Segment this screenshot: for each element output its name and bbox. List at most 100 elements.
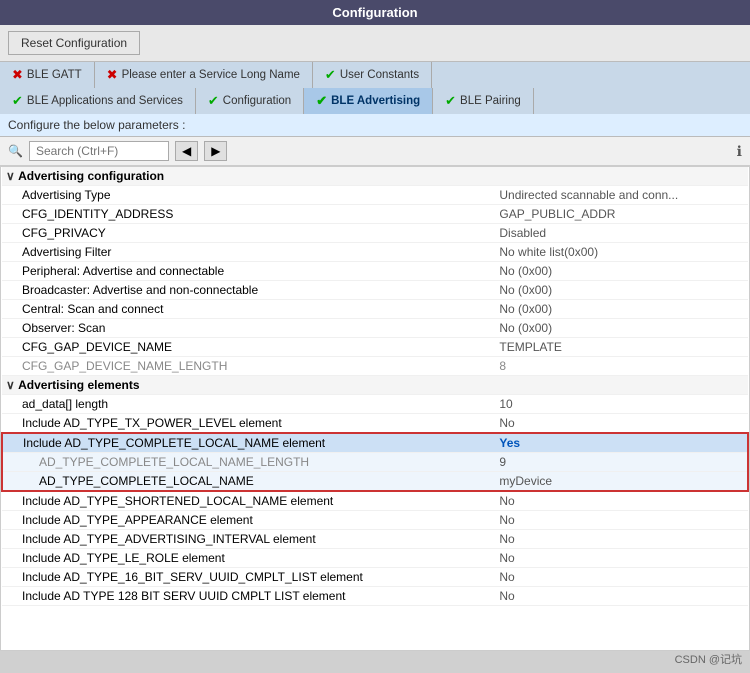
ble-apps-label: BLE Applications and Services — [27, 95, 183, 107]
param-value: No — [495, 530, 748, 549]
param-name: Include AD_TYPE_COMPLETE_LOCAL_NAME elem… — [2, 433, 495, 453]
param-value: myDevice — [495, 472, 748, 492]
param-value: GAP_PUBLIC_ADDR — [495, 205, 748, 224]
ble-gatt-icon: ✖ — [12, 67, 23, 83]
watermark-label: CSDN @记坑 — [675, 654, 742, 666]
ble-gatt-label: BLE GATT — [27, 69, 82, 81]
toggle-icon: ∨ — [6, 169, 18, 183]
tab-user-constants[interactable]: ✔ User Constants — [313, 62, 432, 88]
service-name-icon: ✖ — [107, 67, 118, 83]
tab-ble-pairing[interactable]: ✔ BLE Pairing — [433, 88, 534, 114]
param-value: No — [495, 511, 748, 530]
user-constants-label: User Constants — [340, 69, 419, 81]
param-name: Include AD_TYPE_APPEARANCE element — [2, 511, 495, 530]
toggle-icon: ∨ — [6, 378, 18, 392]
param-name: Observer: Scan — [2, 319, 495, 338]
param-value: No — [495, 549, 748, 568]
param-name: AD_TYPE_COMPLETE_LOCAL_NAME — [2, 472, 495, 492]
param-value: TEMPLATE — [495, 338, 748, 357]
param-name: Include AD_TYPE_16_BIT_SERV_UUID_CMPLT_L… — [2, 568, 495, 587]
tab-service-name[interactable]: ✖ Please enter a Service Long Name — [95, 62, 313, 88]
section-advertising-elements[interactable]: ∨ Advertising elements — [2, 376, 748, 395]
param-value: Disabled — [495, 224, 748, 243]
configure-bar: Configure the below parameters : — [0, 114, 750, 137]
table-row[interactable]: Advertising TypeUndirected scannable and… — [2, 186, 748, 205]
prev-button[interactable]: ◀ — [175, 141, 198, 161]
table-row[interactable]: AD_TYPE_COMPLETE_LOCAL_NAME_LENGTH9 — [2, 453, 748, 472]
param-name: Include AD_TYPE_TX_POWER_LEVEL element — [2, 414, 495, 434]
table-row[interactable]: Broadcaster: Advertise and non-connectab… — [2, 281, 748, 300]
ble-apps-icon: ✔ — [12, 93, 23, 109]
param-value: Undirected scannable and conn... — [495, 186, 748, 205]
configuration-icon: ✔ — [208, 93, 219, 109]
table-row[interactable]: CFG_GAP_DEVICE_NAMETEMPLATE — [2, 338, 748, 357]
table-row[interactable]: Include AD_TYPE_LE_ROLE elementNo — [2, 549, 748, 568]
search-bar: 🔍 ◀ ▶ ℹ — [0, 137, 750, 166]
table-row[interactable]: CFG_IDENTITY_ADDRESSGAP_PUBLIC_ADDR — [2, 205, 748, 224]
table-row[interactable]: Peripheral: Advertise and connectableNo … — [2, 262, 748, 281]
info-icon: ℹ — [737, 143, 742, 160]
param-name: Include AD_TYPE_SHORTENED_LOCAL_NAME ele… — [2, 491, 495, 511]
param-name: CFG_IDENTITY_ADDRESS — [2, 205, 495, 224]
param-name: Advertising Filter — [2, 243, 495, 262]
title-bar: Configuration — [0, 0, 750, 25]
param-name: CFG_GAP_DEVICE_NAME_LENGTH — [2, 357, 495, 376]
param-value: 10 — [495, 395, 748, 414]
table-row[interactable]: Include AD TYPE 128 BIT SERV UUID CMPLT … — [2, 587, 748, 606]
table-row[interactable]: Observer: ScanNo (0x00) — [2, 319, 748, 338]
tab-ble-apps[interactable]: ✔ BLE Applications and Services — [0, 88, 196, 114]
user-constants-icon: ✔ — [325, 67, 336, 83]
tab-ble-advertising[interactable]: ✔ BLE Advertising — [304, 88, 433, 114]
title-label: Configuration — [332, 5, 417, 20]
section-advertising-config[interactable]: ∨ Advertising configuration — [2, 167, 748, 186]
watermark: CSDN @记坑 — [675, 651, 742, 667]
tabs-row1: ✖ BLE GATT ✖ Please enter a Service Long Na… — [0, 62, 750, 88]
next-button[interactable]: ▶ — [204, 141, 227, 161]
table-row[interactable]: Advertising FilterNo white list(0x00) — [2, 243, 748, 262]
table-row[interactable]: CFG_PRIVACYDisabled — [2, 224, 748, 243]
table-row[interactable]: Include AD_TYPE_APPEARANCE elementNo — [2, 511, 748, 530]
reset-config-button[interactable]: Reset Configuration — [8, 31, 140, 55]
ble-advertising-icon: ✔ — [316, 93, 327, 109]
service-name-label: Please enter a Service Long Name — [122, 69, 300, 81]
configure-label: Configure the below parameters : — [8, 118, 185, 132]
table-row[interactable]: Include AD_TYPE_16_BIT_SERV_UUID_CMPLT_L… — [2, 568, 748, 587]
search-input[interactable] — [29, 141, 169, 161]
param-value: No — [495, 568, 748, 587]
table-row[interactable]: Central: Scan and connectNo (0x00) — [2, 300, 748, 319]
param-value: No white list(0x00) — [495, 243, 748, 262]
param-name: CFG_GAP_DEVICE_NAME — [2, 338, 495, 357]
param-name: Include AD_TYPE_ADVERTISING_INTERVAL ele… — [2, 530, 495, 549]
param-name: Peripheral: Advertise and connectable — [2, 262, 495, 281]
param-name: Include AD TYPE 128 BIT SERV UUID CMPLT … — [2, 587, 495, 606]
param-value: No — [495, 491, 748, 511]
param-name: Advertising Type — [2, 186, 495, 205]
param-name: CFG_PRIVACY — [2, 224, 495, 243]
configuration-label: Configuration — [223, 95, 291, 107]
param-value: 8 — [495, 357, 748, 376]
table-row[interactable]: ad_data[] length10 — [2, 395, 748, 414]
table-row[interactable]: AD_TYPE_COMPLETE_LOCAL_NAMEmyDevice — [2, 472, 748, 492]
param-name: Include AD_TYPE_LE_ROLE element — [2, 549, 495, 568]
ble-advertising-label: BLE Advertising — [331, 95, 420, 107]
param-value: No — [495, 414, 748, 434]
content-area: ∨ Advertising configurationAdvertising T… — [0, 166, 750, 651]
toolbar: Reset Configuration — [0, 25, 750, 62]
search-icon: 🔍 — [8, 144, 23, 158]
param-value: No (0x00) — [495, 262, 748, 281]
ble-pairing-icon: ✔ — [445, 93, 456, 109]
tab-ble-gatt[interactable]: ✖ BLE GATT — [0, 62, 95, 88]
tabs-row2: ✔ BLE Applications and Services ✔ Configura… — [0, 88, 750, 114]
table-row[interactable]: Include AD_TYPE_ADVERTISING_INTERVAL ele… — [2, 530, 748, 549]
param-name: Broadcaster: Advertise and non-connectab… — [2, 281, 495, 300]
param-value: No (0x00) — [495, 281, 748, 300]
param-value: No — [495, 587, 748, 606]
ble-pairing-label: BLE Pairing — [460, 95, 521, 107]
table-row[interactable]: Include AD_TYPE_COMPLETE_LOCAL_NAME elem… — [2, 433, 748, 453]
tab-configuration[interactable]: ✔ Configuration — [196, 88, 304, 114]
param-name: ad_data[] length — [2, 395, 495, 414]
table-row[interactable]: Include AD_TYPE_SHORTENED_LOCAL_NAME ele… — [2, 491, 748, 511]
table-row[interactable]: CFG_GAP_DEVICE_NAME_LENGTH8 — [2, 357, 748, 376]
table-row[interactable]: Include AD_TYPE_TX_POWER_LEVEL elementNo — [2, 414, 748, 434]
param-value: No (0x00) — [495, 319, 748, 338]
